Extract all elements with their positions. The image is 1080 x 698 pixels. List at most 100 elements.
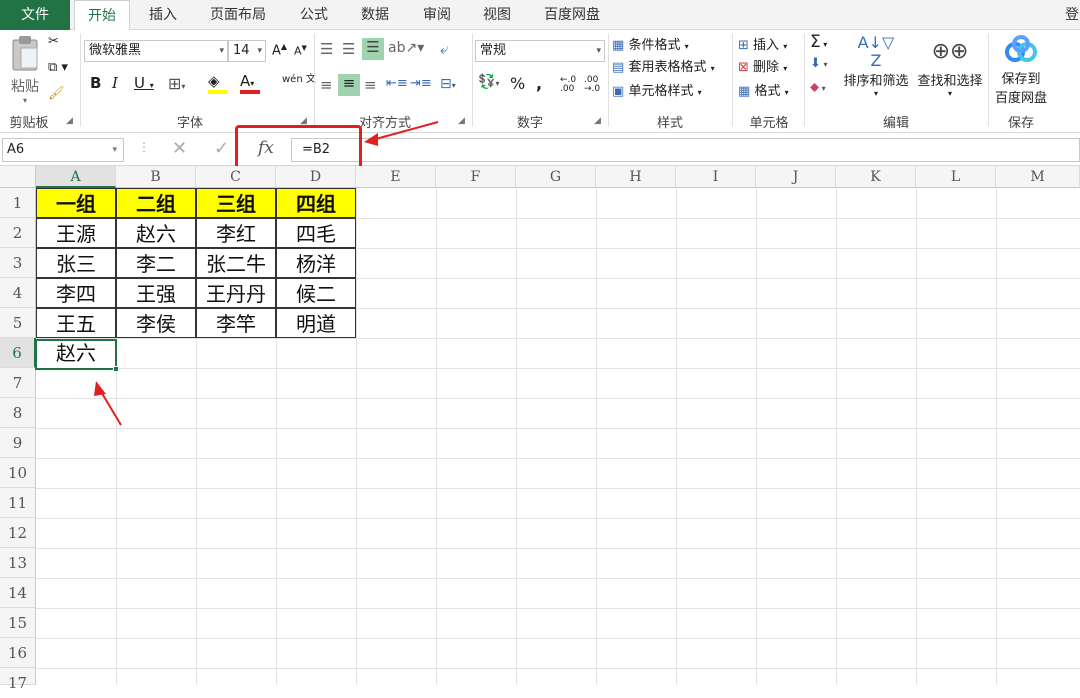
orientation-icon[interactable]: ab↗▾ xyxy=(388,40,424,56)
row-header[interactable]: 8 xyxy=(0,398,36,428)
conditional-format-button[interactable]: ▦ 条件格式 ▾ xyxy=(612,34,689,53)
number-launcher-icon[interactable]: ◢ xyxy=(594,116,601,126)
column-header-k[interactable]: K xyxy=(836,166,916,188)
row-header[interactable]: 12 xyxy=(0,518,36,548)
format-as-table-button[interactable]: ▤ 套用表格格式 ▾ xyxy=(612,56,715,75)
merge-center-icon[interactable]: ⊟▾ xyxy=(440,76,456,92)
alignment-launcher-icon[interactable]: ◢ xyxy=(458,116,465,126)
column-header-m[interactable]: M xyxy=(996,166,1080,188)
worksheet-grid[interactable]: A B C D E F G H I J K L M 1 2 3 4 5 6 7 … xyxy=(0,166,1080,692)
italic-button[interactable]: I xyxy=(112,74,118,92)
fill-color-icon[interactable]: ◈ xyxy=(208,72,228,94)
paste-button[interactable]: 粘贴 ▾ xyxy=(6,34,44,105)
fill-icon[interactable]: ⬇ ▾ xyxy=(810,56,827,71)
cell-a2[interactable]: 王源 xyxy=(36,218,116,248)
bold-button[interactable]: B xyxy=(90,74,101,92)
insert-cells-button[interactable]: ⊞ 插入 ▾ xyxy=(738,34,787,53)
copy-icon[interactable]: ⧉ ▾ xyxy=(48,60,68,75)
sort-filter-button[interactable]: A↓▽ Z 排序和筛选 ▾ xyxy=(840,34,912,99)
align-bottom-icon[interactable]: ☰ xyxy=(362,38,384,60)
cell-a3[interactable]: 张三 xyxy=(36,248,116,278)
cell-c2[interactable]: 李红 xyxy=(196,218,276,248)
percent-button[interactable]: % xyxy=(510,74,525,93)
cell-a5[interactable]: 王五 xyxy=(36,308,116,338)
clear-icon[interactable]: ⬥ ▾ xyxy=(810,80,826,95)
comma-button[interactable]: , xyxy=(536,74,542,93)
phonetic-button[interactable]: wén 文 xyxy=(282,74,316,85)
formula-input[interactable]: =B2 xyxy=(291,138,1080,162)
cell-c4[interactable]: 王丹丹 xyxy=(196,278,276,308)
confirm-icon[interactable]: ✓ xyxy=(214,138,229,159)
format-painter-icon[interactable]: 🖌 xyxy=(48,86,65,101)
tab-data[interactable]: 数据 xyxy=(348,0,402,30)
cell-c1[interactable]: 三组 xyxy=(196,188,276,218)
name-box[interactable]: A6 ▾ xyxy=(2,138,124,162)
delete-cells-button[interactable]: ⊠ 删除 ▾ xyxy=(738,56,787,75)
row-header[interactable]: 4 xyxy=(0,278,36,308)
row-header[interactable]: 16 xyxy=(0,638,36,668)
tab-review[interactable]: 审阅 xyxy=(410,0,464,30)
align-center-icon[interactable]: ≡ xyxy=(338,74,360,96)
tab-page-layout[interactable]: 页面布局 xyxy=(198,0,278,30)
cell-a4[interactable]: 李四 xyxy=(36,278,116,308)
cell-d2[interactable]: 四毛 xyxy=(276,218,356,248)
tab-home[interactable]: 开始 xyxy=(74,0,130,31)
cancel-icon[interactable]: ✕ xyxy=(172,138,187,159)
shrink-font-button[interactable]: A▼ xyxy=(294,44,307,58)
cell-b4[interactable]: 王强 xyxy=(116,278,196,308)
align-middle-icon[interactable]: ☰ xyxy=(342,40,355,58)
row-header[interactable]: 17 xyxy=(0,668,36,692)
select-all-corner[interactable] xyxy=(0,166,36,188)
tab-file[interactable]: 文件 xyxy=(0,0,70,30)
clipboard-launcher-icon[interactable]: ◢ xyxy=(66,116,73,126)
decrease-decimal-icon[interactable]: .00 →.0 xyxy=(584,76,600,94)
tab-insert[interactable]: 插入 xyxy=(136,0,190,30)
tab-view[interactable]: 视图 xyxy=(470,0,524,30)
column-header-a[interactable]: A xyxy=(36,166,116,188)
font-name-combo[interactable]: 微软雅黑 ▾ xyxy=(84,40,228,62)
row-header[interactable]: 11 xyxy=(0,488,36,518)
login-link[interactable]: 登 xyxy=(1064,0,1080,30)
column-header-c[interactable]: C xyxy=(196,166,276,188)
column-header-l[interactable]: L xyxy=(916,166,996,188)
row-header[interactable]: 2 xyxy=(0,218,36,248)
font-color-button[interactable]: A▾ xyxy=(240,72,260,94)
cell-b2[interactable]: 赵六 xyxy=(116,218,196,248)
autosum-button[interactable]: Σ ▾ xyxy=(810,32,827,52)
cell-d3[interactable]: 杨洋 xyxy=(276,248,356,278)
row-header[interactable]: 13 xyxy=(0,548,36,578)
increase-decimal-icon[interactable]: ←.0.00 xyxy=(560,76,576,94)
row-header[interactable]: 15 xyxy=(0,608,36,638)
row-header[interactable]: 3 xyxy=(0,248,36,278)
find-select-button[interactable]: ⊕⊕ 查找和选择 ▾ xyxy=(914,34,986,98)
cell-d5[interactable]: 明道 xyxy=(276,308,356,338)
cell-d4[interactable]: 候二 xyxy=(276,278,356,308)
row-header[interactable]: 10 xyxy=(0,458,36,488)
column-header-d[interactable]: D xyxy=(276,166,356,188)
tab-formulas[interactable]: 公式 xyxy=(288,0,340,30)
cell-d1[interactable]: 四组 xyxy=(276,188,356,218)
format-cells-button[interactable]: ▦ 格式 ▾ xyxy=(738,80,789,99)
currency-icon[interactable]: 💱▾ xyxy=(478,74,499,90)
fill-handle[interactable] xyxy=(113,366,119,372)
cut-icon[interactable]: ✂ xyxy=(48,34,59,49)
row-header[interactable]: 9 xyxy=(0,428,36,458)
grow-font-button[interactable]: A▲ xyxy=(272,42,287,58)
cell-a1[interactable]: 一组 xyxy=(36,188,116,218)
column-header-g[interactable]: G xyxy=(516,166,596,188)
column-header-e[interactable]: E xyxy=(356,166,436,188)
underline-button[interactable]: U ▾ xyxy=(134,74,154,92)
cell-c3[interactable]: 张二牛 xyxy=(196,248,276,278)
row-header[interactable]: 5 xyxy=(0,308,36,338)
align-left-icon[interactable]: ≡ xyxy=(320,76,333,94)
align-right-icon[interactable]: ≡ xyxy=(364,76,377,94)
cell-b5[interactable]: 李侯 xyxy=(116,308,196,338)
decrease-indent-icon[interactable]: ⇤≡ xyxy=(386,76,408,91)
align-top-icon[interactable]: ☰ xyxy=(320,40,333,58)
column-header-j[interactable]: J xyxy=(756,166,836,188)
tab-baidu-netdisk[interactable]: 百度网盘 xyxy=(532,0,612,30)
row-header[interactable]: 7 xyxy=(0,368,36,398)
more-options-icon[interactable]: ⋮ xyxy=(138,140,150,154)
increase-indent-icon[interactable]: ⇥≡ xyxy=(410,76,432,91)
column-header-b[interactable]: B xyxy=(116,166,196,188)
